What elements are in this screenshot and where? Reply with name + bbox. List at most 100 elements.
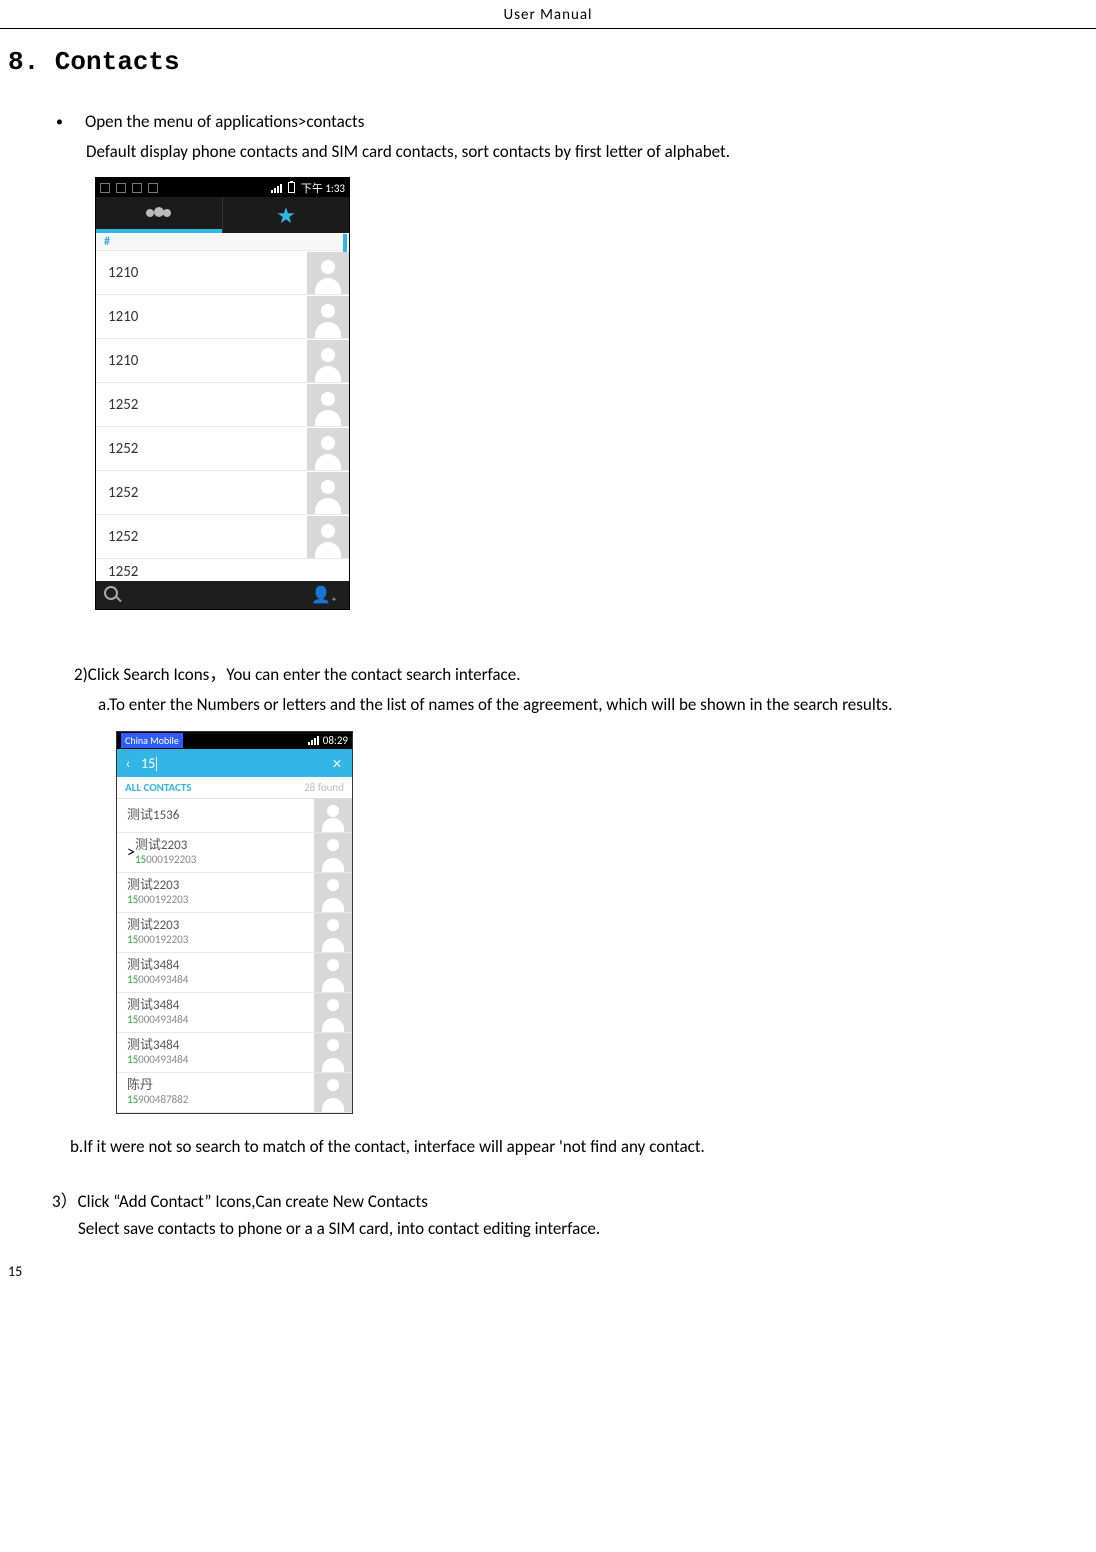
avatar-icon xyxy=(307,472,349,514)
battery-icon xyxy=(288,182,295,193)
contact-phone: 15900487882 xyxy=(127,1093,188,1107)
status-time: 08:29 xyxy=(323,734,348,747)
contact-row[interactable]: 陈丹15900487882 xyxy=(117,1073,352,1113)
filter-bar: ALL CONTACTS 28 found xyxy=(117,777,352,799)
status-icon xyxy=(116,183,126,193)
avatar-icon xyxy=(307,296,349,338)
status-bar: 下午 1:33 xyxy=(96,178,349,197)
contact-phone: 15000192203 xyxy=(127,933,188,947)
contact-phone: 15000192203 xyxy=(135,853,196,867)
avatar-icon xyxy=(314,1033,352,1072)
status-time: 下午 1:33 xyxy=(301,180,345,196)
contact-phone: 15000493484 xyxy=(127,1053,188,1067)
contact-list: 1210 1210 1210 1252 1252 1252 1252 1252 xyxy=(96,251,349,581)
contact-name: 测试3484 xyxy=(127,959,188,973)
status-bar: China Mobile 08:29 xyxy=(117,732,352,749)
add-person-icon: 👤₊ xyxy=(311,586,337,605)
contact-row[interactable]: >测试220315000192203 xyxy=(117,833,352,873)
contact-name: 1210 xyxy=(108,264,138,282)
screenshot-contact-search: China Mobile 08:29 ‹ 15 × ALL CONTACTS 2… xyxy=(116,731,353,1114)
contact-row[interactable]: 测试348415000493484 xyxy=(117,993,352,1033)
page-header: User Manual xyxy=(0,0,1096,29)
carrier-label: China Mobile xyxy=(121,733,183,748)
contact-name: 测试3484 xyxy=(127,1039,188,1053)
contact-name: 1252 xyxy=(108,484,138,502)
back-button[interactable]: ‹ xyxy=(117,755,139,772)
search-button[interactable] xyxy=(96,586,299,605)
search-icon xyxy=(104,586,118,600)
tab-favorites[interactable]: ★ xyxy=(223,197,349,233)
filter-label[interactable]: ALL CONTACTS xyxy=(125,781,191,794)
avatar-icon xyxy=(314,833,352,872)
contact-name: 测试2203 xyxy=(127,879,188,893)
contact-row[interactable]: 1252 xyxy=(96,471,349,515)
avatar-icon xyxy=(314,1073,352,1112)
contact-row[interactable]: 1252 xyxy=(96,427,349,471)
search-result-list: 测试1536 >测试220315000192203 测试220315000192… xyxy=(117,799,352,1113)
status-icon xyxy=(132,183,142,193)
search-query-text: 15 xyxy=(141,755,155,772)
contact-name: 陈丹 xyxy=(127,1079,188,1093)
avatar-icon xyxy=(314,993,352,1032)
contact-row[interactable]: 测试1536 xyxy=(117,799,352,833)
avatar-icon xyxy=(314,799,352,832)
paragraph: a.To enter the Numbers or letters and th… xyxy=(0,685,1096,717)
tab-bar: ★ xyxy=(96,197,349,233)
contact-row[interactable]: 1252 xyxy=(96,559,349,581)
avatar-icon xyxy=(314,953,352,992)
bullet-dot: • xyxy=(56,111,85,133)
paragraph: Select save contacts to phone or a a SIM… xyxy=(0,1212,1096,1239)
avatar-icon xyxy=(307,340,349,382)
people-icon xyxy=(146,207,172,223)
screenshot-contacts-list: 下午 1:33 ★ # 1210 1210 1210 1252 1252 125… xyxy=(95,177,350,610)
contact-row[interactable]: 测试348415000493484 xyxy=(117,953,352,993)
bottom-bar: 👤₊ xyxy=(96,581,349,609)
star-icon: ★ xyxy=(276,202,296,229)
clear-button[interactable]: × xyxy=(322,753,352,774)
bullet-item: • Open the menu of applications>contacts xyxy=(0,77,1096,133)
status-icon xyxy=(148,183,158,193)
contact-row[interactable]: 1252 xyxy=(96,515,349,559)
avatar-icon xyxy=(314,913,352,952)
search-bar: ‹ 15 × xyxy=(117,749,352,777)
avatar-icon xyxy=(307,252,349,294)
contact-row[interactable]: 测试220315000192203 xyxy=(117,913,352,953)
index-section-header: # xyxy=(96,233,349,251)
section-title: 8. Contacts xyxy=(0,29,1096,77)
contact-name: 测试3484 xyxy=(127,999,188,1013)
contact-name: 1252 xyxy=(108,396,138,414)
contact-name: 1252 xyxy=(108,563,138,581)
avatar-icon xyxy=(314,873,352,912)
contact-name: 1210 xyxy=(108,308,138,326)
signal-icon xyxy=(308,736,319,745)
bullet-text: Open the menu of applications>contacts xyxy=(85,111,364,133)
contact-phone: 15000493484 xyxy=(127,1013,188,1027)
avatar-icon xyxy=(307,516,349,558)
contact-name: 1210 xyxy=(108,352,138,370)
contact-name: 测试2203 xyxy=(127,919,188,933)
contact-row[interactable]: 1210 xyxy=(96,251,349,295)
paragraph: 2)Click Search Icons，You can enter the c… xyxy=(0,610,1096,685)
signal-icon xyxy=(271,183,282,193)
avatar-icon xyxy=(307,384,349,426)
search-input[interactable]: 15 xyxy=(139,755,322,772)
contact-row[interactable]: 1210 xyxy=(96,339,349,383)
add-contact-button[interactable]: 👤₊ xyxy=(299,585,349,605)
contact-name: 1252 xyxy=(108,440,138,458)
contact-row[interactable]: 测试348415000493484 xyxy=(117,1033,352,1073)
found-count: 28 found xyxy=(304,781,344,794)
contact-row[interactable]: 测试220315000192203 xyxy=(117,873,352,913)
contact-row[interactable]: 1210 xyxy=(96,295,349,339)
contact-name: 测试1536 xyxy=(127,809,179,823)
paragraph: Default display phone contacts and SIM c… xyxy=(0,133,1096,163)
contact-name: 测试2203 xyxy=(135,839,196,853)
paragraph: 3）Click “Add Contact” Icons,Can create N… xyxy=(0,1157,1096,1212)
avatar-icon xyxy=(307,428,349,470)
paragraph: b.If it were not so search to match of t… xyxy=(0,1114,1096,1157)
tab-contacts[interactable] xyxy=(96,197,223,233)
contact-name: 1252 xyxy=(108,528,138,546)
status-icon xyxy=(100,183,110,193)
contact-row[interactable]: 1252 xyxy=(96,383,349,427)
contact-phone: 15000493484 xyxy=(127,973,188,987)
contact-phone: 15000192203 xyxy=(127,893,188,907)
